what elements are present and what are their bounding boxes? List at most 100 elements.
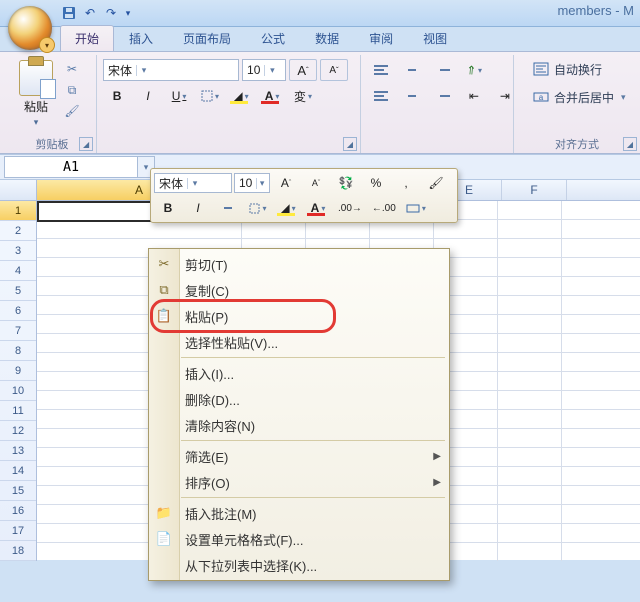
mini-font-color[interactable]: A xyxy=(304,197,332,219)
merge-center-button[interactable]: a 合并后居中 ▾ xyxy=(526,85,633,109)
mini-fill-color[interactable]: ◢ xyxy=(274,197,302,219)
mini-toolbar: 宋体▾ 10▾ Aˆ Aˇ 💱 % , 🖌 B I ◢ A .00→ ←.00 xyxy=(150,168,458,223)
row-header[interactable]: 7 xyxy=(0,321,36,341)
tab-视图[interactable]: 视图 xyxy=(408,25,462,51)
row-header[interactable]: 5 xyxy=(0,281,36,301)
mini-borders[interactable] xyxy=(244,197,272,219)
menu-item[interactable]: 筛选(E)▶ xyxy=(149,443,449,469)
italic-button[interactable]: I xyxy=(134,85,162,107)
menu-item[interactable]: 选择性粘贴(V)... xyxy=(149,329,449,355)
align-right-button[interactable] xyxy=(429,85,457,107)
clipboard-launcher[interactable]: ◢ xyxy=(79,137,93,151)
font-name-combo[interactable]: 宋体 ▾ xyxy=(103,59,239,81)
menu-item[interactable]: 排序(O)▶ xyxy=(149,469,449,495)
mini-decrease-decimal[interactable]: ←.00 xyxy=(368,197,400,219)
row-header[interactable]: 16 xyxy=(0,501,36,521)
submenu-arrow-icon: ▶ xyxy=(433,451,441,462)
office-button[interactable]: ▾ xyxy=(8,6,52,50)
tab-公式[interactable]: 公式 xyxy=(246,25,300,51)
menu-item[interactable]: 插入(I)... xyxy=(149,360,449,386)
row-header[interactable]: 12 xyxy=(0,421,36,441)
align-top-button[interactable] xyxy=(367,59,395,81)
menu-item[interactable]: ✂剪切(T) xyxy=(149,251,449,277)
menu-item[interactable]: 清除内容(N) xyxy=(149,412,449,438)
tab-页面布局[interactable]: 页面布局 xyxy=(168,25,246,51)
mini-merge[interactable] xyxy=(402,197,430,219)
wrap-text-label: 自动换行 xyxy=(554,61,602,78)
save-icon xyxy=(62,6,76,20)
group-wrap-merge: 自动换行 a 合并后居中 ▾ 对齐方式 ◢ xyxy=(514,55,640,153)
mini-accounting-format[interactable]: 💱 xyxy=(332,172,360,194)
wrap-text-button[interactable]: 自动换行 xyxy=(526,57,609,81)
menu-item-label: 排序(O) xyxy=(185,473,230,492)
qat-undo-icon[interactable]: ↶ xyxy=(81,4,99,22)
column-header[interactable]: F xyxy=(502,180,567,200)
menu-item[interactable]: 从下拉列表中选择(K)... xyxy=(149,552,449,578)
row-header[interactable]: 4 xyxy=(0,261,36,281)
font-size-combo[interactable]: 10 ▾ xyxy=(242,59,286,81)
decrease-decimal-icon: ←.00 xyxy=(372,203,396,214)
row-header[interactable]: 10 xyxy=(0,381,36,401)
row-header[interactable]: 2 xyxy=(0,221,36,241)
row-header[interactable]: 1 xyxy=(0,201,36,221)
decrease-indent-button[interactable]: ⇤ xyxy=(460,85,488,107)
font-launcher[interactable]: ◢ xyxy=(343,137,357,151)
mini-format-painter[interactable]: 🖌 xyxy=(422,172,450,194)
mini-bold[interactable]: B xyxy=(154,197,182,219)
align-middle-button[interactable] xyxy=(398,59,426,81)
row-header[interactable]: 6 xyxy=(0,301,36,321)
mini-font-name-combo[interactable]: 宋体▾ xyxy=(154,173,232,193)
menu-item[interactable]: 📄设置单元格格式(F)... xyxy=(149,526,449,552)
bold-button[interactable]: B xyxy=(103,85,131,107)
mini-shrink-font[interactable]: Aˇ xyxy=(302,172,330,194)
select-all-corner[interactable] xyxy=(0,180,37,200)
mini-grow-font[interactable]: Aˆ xyxy=(272,172,300,194)
row-header[interactable]: 3 xyxy=(0,241,36,261)
underline-button[interactable]: U xyxy=(165,85,193,107)
paste-button[interactable]: 粘贴 ▾ xyxy=(14,57,58,128)
wrap-text-icon xyxy=(533,61,549,77)
grow-font-icon: A xyxy=(281,176,289,190)
menu-item[interactable]: 📋粘贴(P) xyxy=(149,303,449,329)
row-header[interactable]: 15 xyxy=(0,481,36,501)
alignment-launcher[interactable]: ◢ xyxy=(623,137,637,151)
align-left-button[interactable] xyxy=(367,85,395,107)
align-right-icon xyxy=(436,91,450,101)
shrink-font-button[interactable]: Aˇ xyxy=(320,59,348,81)
row-header[interactable]: 8 xyxy=(0,341,36,361)
phonetic-button[interactable]: 変 xyxy=(289,85,317,107)
orientation-button[interactable]: ⇗ xyxy=(460,59,488,81)
align-center-button[interactable] xyxy=(398,85,426,107)
mini-increase-decimal[interactable]: .00→ xyxy=(334,197,366,219)
qat-customize-icon[interactable]: ▾ xyxy=(123,4,133,22)
tab-开始[interactable]: 开始 xyxy=(60,25,114,51)
row-header[interactable]: 13 xyxy=(0,441,36,461)
menu-item[interactable]: ⧉复制(C) xyxy=(149,277,449,303)
menu-item[interactable]: 📁插入批注(M) xyxy=(149,500,449,526)
mini-italic[interactable]: I xyxy=(184,197,212,219)
tab-插入[interactable]: 插入 xyxy=(114,25,168,51)
mini-comma[interactable]: , xyxy=(392,172,420,194)
name-box[interactable] xyxy=(4,156,138,178)
copy-button[interactable]: ⧉ xyxy=(62,80,82,100)
tab-审阅[interactable]: 审阅 xyxy=(354,25,408,51)
menu-item[interactable]: 删除(D)... xyxy=(149,386,449,412)
borders-button[interactable] xyxy=(196,85,224,107)
mini-percent[interactable]: % xyxy=(362,172,390,194)
row-header[interactable]: 17 xyxy=(0,521,36,541)
qat-redo-icon[interactable]: ↷ xyxy=(102,4,120,22)
qat-save-icon[interactable] xyxy=(60,4,78,22)
cut-button[interactable]: ✂ xyxy=(62,59,82,79)
row-header[interactable]: 9 xyxy=(0,361,36,381)
mini-font-size-combo[interactable]: 10▾ xyxy=(234,173,270,193)
row-header[interactable]: 14 xyxy=(0,461,36,481)
mini-align-center[interactable] xyxy=(214,197,242,219)
grow-font-button[interactable]: Aˆ xyxy=(289,59,317,81)
fill-color-button[interactable]: ◢ xyxy=(227,85,255,107)
row-header[interactable]: 18 xyxy=(0,541,36,561)
align-bottom-button[interactable] xyxy=(429,59,457,81)
format-painter-button[interactable]: 🖌 xyxy=(62,101,82,121)
tab-数据[interactable]: 数据 xyxy=(300,25,354,51)
font-color-button[interactable]: A xyxy=(258,85,286,107)
row-header[interactable]: 11 xyxy=(0,401,36,421)
